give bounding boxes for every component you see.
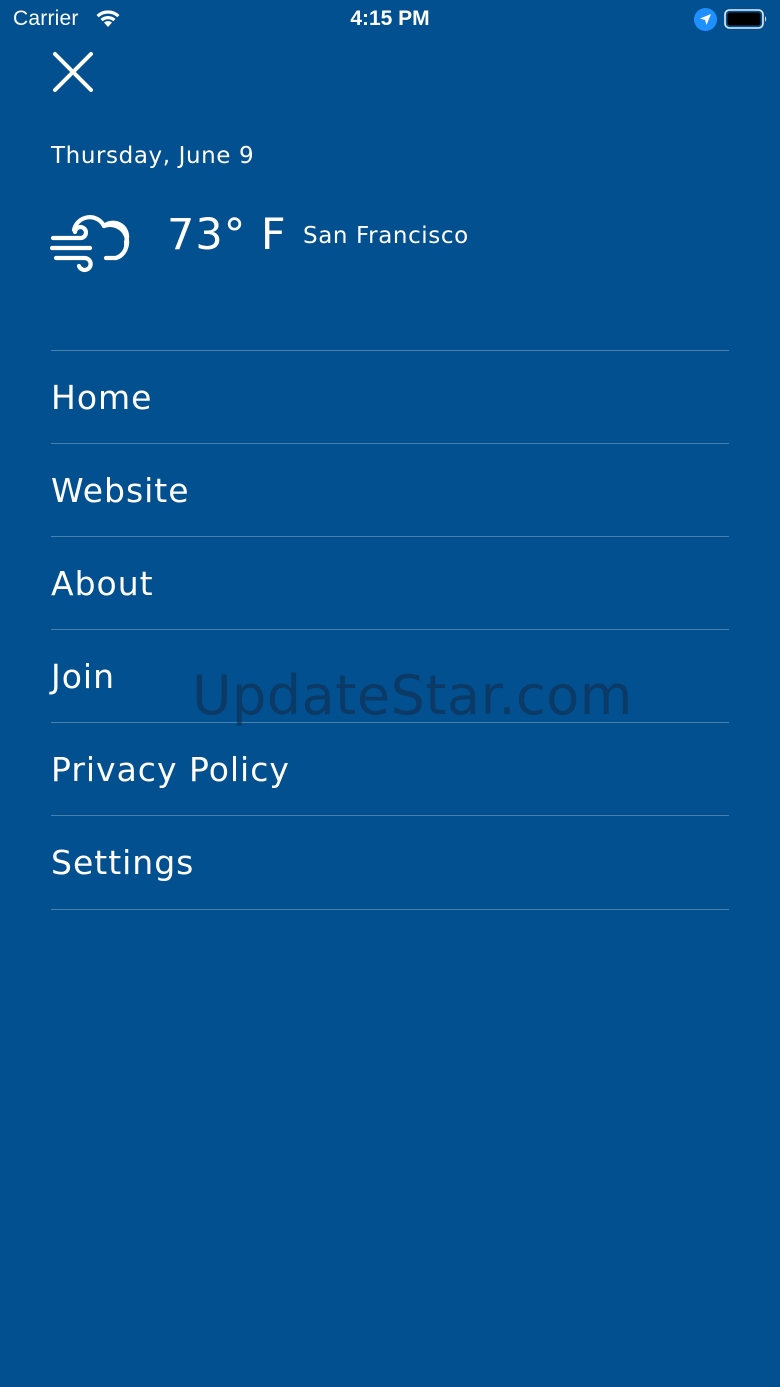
battery-icon [724, 9, 767, 29]
menu-item-label: Join [51, 656, 116, 696]
menu-item-about[interactable]: About [51, 536, 729, 629]
status-bar: Carrier 4:15 PM [0, 0, 780, 40]
menu-item-label: About [51, 563, 154, 603]
menu-item-label: Privacy Policy [51, 749, 290, 789]
windy-cloud-icon [50, 215, 130, 273]
temperature-value: 73° F [167, 210, 287, 260]
menu-item-label: Settings [51, 843, 195, 882]
status-time: 4:15 PM [350, 7, 430, 30]
location-arrow-icon [694, 8, 717, 31]
menu-item-privacy-policy[interactable]: Privacy Policy [51, 722, 729, 815]
menu-item-settings[interactable]: Settings [51, 815, 729, 910]
menu-item-website[interactable]: Website [51, 443, 729, 536]
menu-list: Home Website About Join Privacy Policy S… [51, 350, 729, 910]
menu-item-label: Home [51, 377, 153, 417]
menu-item-home[interactable]: Home [51, 350, 729, 443]
date-label: Thursday, June 9 [51, 143, 255, 169]
close-icon[interactable] [52, 51, 94, 93]
menu-item-join[interactable]: Join [51, 629, 729, 722]
location-name: San Francisco [303, 223, 469, 249]
menu-item-label: Website [51, 470, 190, 510]
